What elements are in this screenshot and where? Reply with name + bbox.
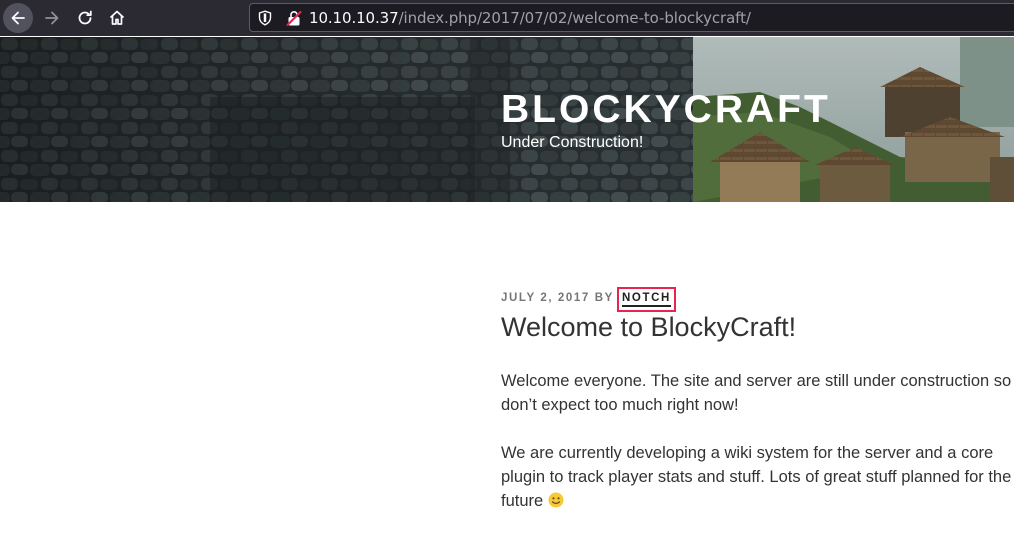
post-author-link[interactable]: Notch [622, 292, 671, 307]
post-title[interactable]: Welcome to BlockyCraft! [501, 312, 796, 343]
url-host: 10.10.10.37 [309, 9, 399, 27]
post-meta: July 2, 2017 by [501, 292, 614, 304]
reload-icon [78, 10, 92, 25]
insecure-lock-icon[interactable] [286, 10, 302, 32]
slightly-smiling-face-icon [548, 492, 564, 508]
home-icon [109, 10, 125, 25]
url-text[interactable]: 10.10.10.37/index.php/2017/07/02/welcome… [309, 9, 751, 27]
post-by-label: by [594, 292, 614, 304]
post-content: Welcome everyone. The site and server ar… [501, 369, 1014, 537]
post-paragraph-2-text: We are currently developing a wiki syste… [501, 444, 1012, 510]
address-bar[interactable]: 10.10.10.37/index.php/2017/07/02/welcome… [249, 3, 1014, 32]
forward-icon [45, 11, 59, 25]
post-paragraph-2: We are currently developing a wiki syste… [501, 441, 1014, 513]
home-button[interactable] [102, 3, 132, 33]
site-description: Under Construction! [501, 134, 644, 151]
back-icon [11, 11, 25, 25]
post-paragraph-1: Welcome everyone. The site and server ar… [501, 372, 1012, 414]
reload-button[interactable] [70, 3, 100, 33]
post-date[interactable]: July 2, 2017 [501, 292, 590, 304]
forward-button[interactable] [37, 3, 67, 33]
back-button[interactable] [3, 3, 33, 33]
url-path: /index.php/2017/07/02/welcome-to-blockyc… [398, 9, 751, 27]
site-header-banner: BLOCKYCRAFT Under Construction! [0, 37, 1014, 202]
browser-toolbar: 10.10.10.37/index.php/2017/07/02/welcome… [0, 0, 1014, 36]
tracking-shield-icon[interactable] [258, 10, 272, 31]
site-title[interactable]: BLOCKYCRAFT [501, 88, 831, 132]
